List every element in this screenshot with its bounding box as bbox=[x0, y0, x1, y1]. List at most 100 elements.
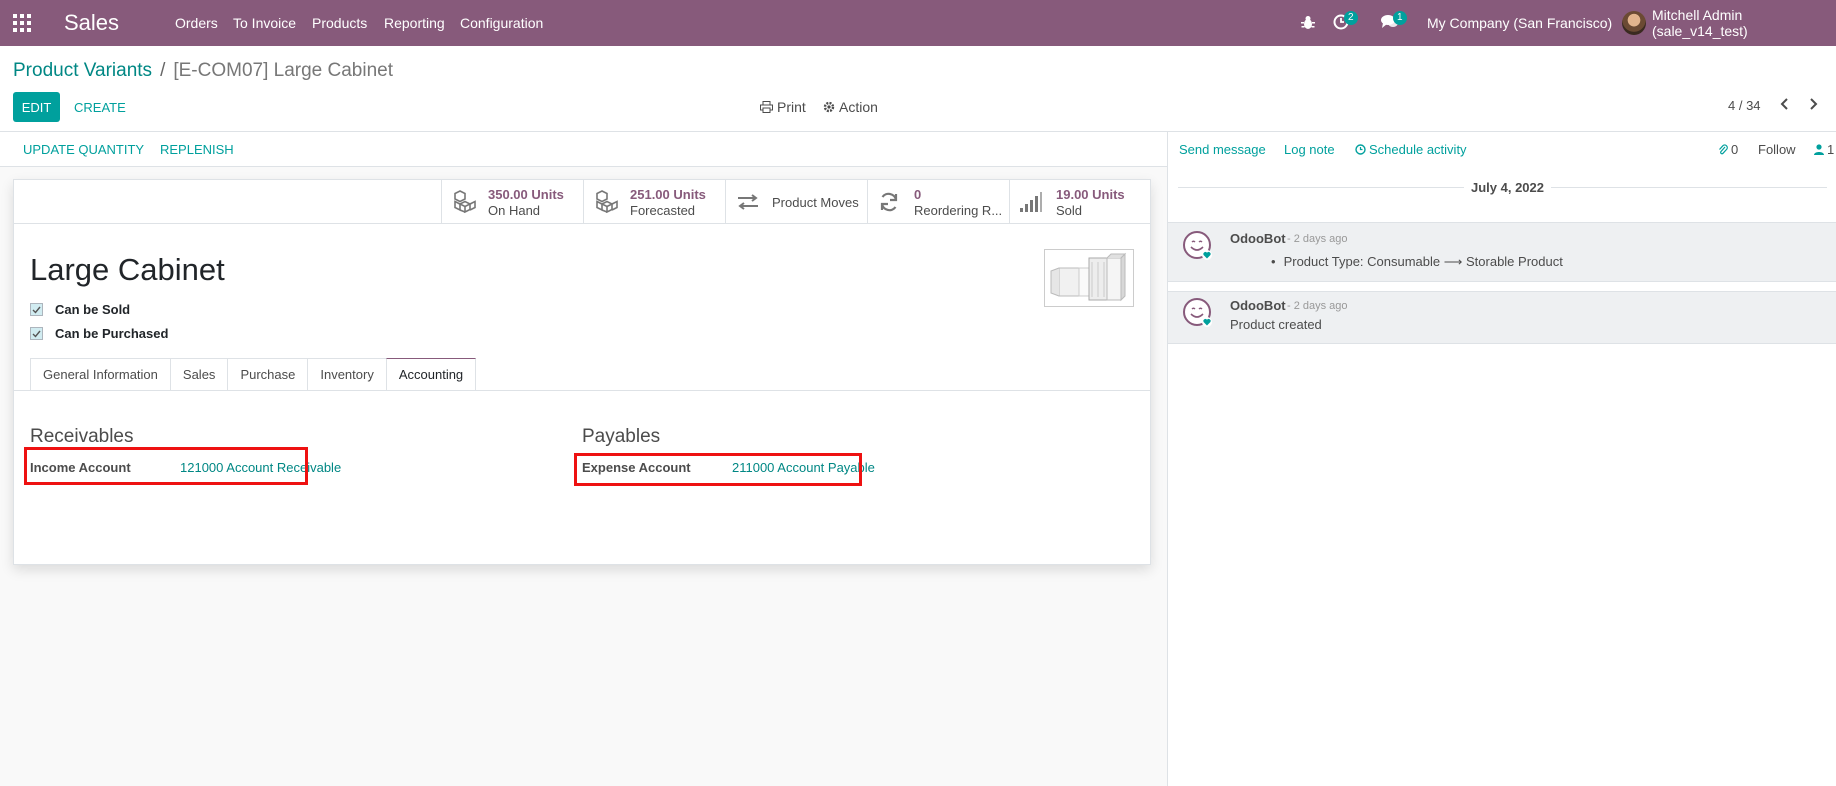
can-be-purchased-label: Can be Purchased bbox=[55, 326, 169, 341]
replenish-button[interactable]: REPLENISH bbox=[160, 142, 234, 157]
product-name: Large Cabinet bbox=[30, 252, 225, 287]
can-be-sold-row: Can be Sold bbox=[30, 302, 130, 317]
exchange-icon bbox=[736, 194, 760, 210]
activity-count-badge: 2 bbox=[1344, 11, 1358, 25]
menu-products[interactable]: Products bbox=[312, 0, 367, 46]
print-label: Print bbox=[777, 99, 806, 115]
notebook-tabs: General Information Sales Purchase Inven… bbox=[30, 358, 477, 391]
action-label: Action bbox=[839, 99, 878, 115]
cubes-icon bbox=[452, 189, 478, 213]
attachments-button[interactable]: 0 bbox=[1718, 142, 1738, 157]
odoobot-avatar-icon bbox=[1182, 230, 1214, 262]
message-text: Product Type: Consumable ⟶ Storable Prod… bbox=[1283, 254, 1563, 269]
breadcrumb-current: [E-COM07] Large Cabinet bbox=[173, 60, 394, 81]
menu-orders[interactable]: Orders bbox=[175, 0, 218, 46]
clock-icon bbox=[1355, 144, 1366, 155]
date-separator-line-left bbox=[1178, 187, 1464, 188]
forecasted-button[interactable]: 251.00 Units Forecasted bbox=[583, 180, 725, 223]
forecasted-value: 251.00 Units bbox=[630, 187, 706, 202]
tab-purchase[interactable]: Purchase bbox=[227, 358, 308, 391]
pager-next-icon[interactable] bbox=[1808, 98, 1818, 110]
pager-value[interactable]: 4 / 34 bbox=[1728, 98, 1761, 113]
edit-button[interactable]: EDIT bbox=[13, 92, 60, 122]
followers-count: 1 bbox=[1827, 142, 1835, 157]
cubes-icon bbox=[594, 189, 620, 213]
breadcrumb-product-variants[interactable]: Product Variants bbox=[13, 60, 152, 82]
menu-configuration[interactable]: Configuration bbox=[460, 0, 543, 46]
message-date: - 2 days ago bbox=[1287, 233, 1348, 245]
message-body: • Product Type: Consumable ⟶ Storable Pro… bbox=[1271, 254, 1563, 270]
schedule-activity-button[interactable]: Schedule activity bbox=[1355, 142, 1467, 157]
user-menu[interactable]: Mitchell Admin (sale_v14_test) bbox=[1652, 0, 1836, 46]
date-separator-line-right bbox=[1551, 187, 1827, 188]
tab-inventory[interactable]: Inventory bbox=[307, 358, 386, 391]
message-item: OdooBot - 2 days ago Product created bbox=[1168, 291, 1836, 344]
product-moves-label: Product Moves bbox=[772, 195, 859, 210]
tab-sales[interactable]: Sales bbox=[169, 358, 228, 391]
update-quantity-button[interactable]: UPDATE QUANTITY bbox=[23, 142, 144, 157]
expense-account-highlight bbox=[574, 453, 862, 486]
product-image[interactable] bbox=[1044, 249, 1134, 307]
smart-button-box: 350.00 Units On Hand 251.00 Units Foreca… bbox=[14, 180, 1150, 224]
on-hand-button[interactable]: 350.00 Units On Hand bbox=[441, 180, 583, 223]
control-panel: Product Variants / [E-COM07] Large Cabin… bbox=[0, 46, 1836, 132]
sold-value: 19.00 Units bbox=[1056, 187, 1125, 202]
tabs-divider bbox=[14, 390, 1150, 391]
breadcrumb: Product Variants / [E-COM07] Large Cabin… bbox=[13, 60, 393, 82]
form-sheet: 350.00 Units On Hand 251.00 Units Foreca… bbox=[13, 179, 1151, 565]
log-note-button[interactable]: Log note bbox=[1284, 142, 1335, 157]
on-hand-value: 350.00 Units bbox=[488, 187, 564, 202]
paperclip-icon bbox=[1718, 143, 1728, 156]
print-button[interactable]: Print bbox=[760, 92, 806, 122]
pager-previous-icon[interactable] bbox=[1780, 98, 1790, 110]
menu-to-invoice[interactable]: To Invoice bbox=[233, 0, 296, 46]
message-body: Product created bbox=[1230, 317, 1322, 332]
followers-button[interactable]: 1 bbox=[1814, 142, 1834, 157]
reordering-rules-label: Reordering R... bbox=[914, 203, 1003, 218]
refresh-icon bbox=[878, 191, 900, 213]
can-be-sold-label: Can be Sold bbox=[55, 302, 131, 317]
apps-grid-icon[interactable] bbox=[13, 0, 33, 46]
bullet: • bbox=[1271, 254, 1276, 269]
print-icon bbox=[760, 101, 773, 113]
action-button[interactable]: Action bbox=[823, 92, 878, 122]
menu-reporting[interactable]: Reporting bbox=[384, 0, 445, 46]
payables-title: Payables bbox=[582, 426, 661, 447]
form-area: UPDATE QUANTITY REPLENISH 350.00 Units O… bbox=[0, 132, 1167, 786]
chatter-panel: Send message Log note Schedule activity … bbox=[1167, 132, 1836, 786]
gear-icon bbox=[823, 101, 835, 113]
date-label: July 4, 2022 bbox=[1471, 180, 1544, 195]
app-name[interactable]: Sales bbox=[64, 0, 119, 46]
sold-button[interactable]: 19.00 Units Sold bbox=[1009, 180, 1150, 223]
message-author[interactable]: OdooBot bbox=[1230, 298, 1286, 313]
can-be-purchased-row: Can be Purchased bbox=[30, 326, 168, 341]
attachments-count: 0 bbox=[1731, 142, 1739, 157]
forecasted-label: Forecasted bbox=[630, 203, 696, 218]
on-hand-label: On Hand bbox=[488, 203, 541, 218]
top-navbar: Sales Orders To Invoice Products Reporti… bbox=[0, 0, 1836, 46]
can-be-purchased-checkbox[interactable] bbox=[30, 327, 43, 340]
user-avatar[interactable] bbox=[1622, 11, 1646, 35]
signal-icon bbox=[1020, 192, 1042, 212]
create-button[interactable]: CREATE bbox=[74, 92, 126, 122]
odoobot-avatar-icon bbox=[1182, 297, 1214, 329]
tab-general-information[interactable]: General Information bbox=[30, 358, 170, 391]
follow-button[interactable]: Follow bbox=[1758, 142, 1796, 157]
message-count-badge: 1 bbox=[1393, 11, 1407, 25]
breadcrumb-separator: / bbox=[160, 60, 166, 81]
form-statusbar: UPDATE QUANTITY REPLENISH bbox=[0, 132, 1167, 167]
send-message-button[interactable]: Send message bbox=[1179, 142, 1266, 157]
message-author[interactable]: OdooBot bbox=[1230, 231, 1286, 246]
product-moves-button[interactable]: Product Moves bbox=[725, 180, 867, 223]
sold-label: Sold bbox=[1056, 203, 1083, 218]
bug-icon[interactable] bbox=[1301, 15, 1315, 30]
reordering-rules-button[interactable]: 0 Reordering R... bbox=[867, 180, 1009, 223]
receivables-title: Receivables bbox=[30, 426, 134, 447]
income-account-highlight bbox=[24, 447, 308, 485]
message-item: OdooBot - 2 days ago • Product Type: Cons… bbox=[1168, 222, 1836, 282]
reordering-rules-value: 0 bbox=[914, 187, 922, 202]
schedule-activity-label: Schedule activity bbox=[1369, 142, 1467, 157]
company-switcher[interactable]: My Company (San Francisco) bbox=[1427, 0, 1612, 46]
can-be-sold-checkbox[interactable] bbox=[30, 303, 43, 316]
tab-accounting[interactable]: Accounting bbox=[385, 358, 477, 391]
